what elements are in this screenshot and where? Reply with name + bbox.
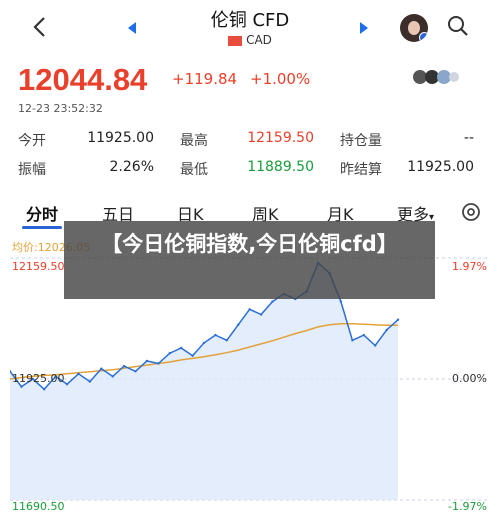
last-price: 12044.84 bbox=[18, 62, 148, 97]
y-axis-top-label: 12159.50 bbox=[12, 260, 65, 273]
stat-value-amplitude: 2.26% bbox=[109, 159, 154, 175]
stat-value-low: 11889.50 bbox=[247, 159, 314, 175]
stat-value-high: 12159.50 bbox=[247, 130, 314, 146]
price-point bbox=[339, 300, 343, 303]
y-axis-mid-label: 11925.00 bbox=[12, 372, 65, 385]
price-point bbox=[122, 364, 126, 368]
instrument-title: 伦铜 CFD bbox=[210, 10, 290, 31]
price-point bbox=[214, 333, 217, 337]
stat-label-prev-settle: 昨结算 bbox=[340, 162, 382, 178]
price-point bbox=[271, 300, 274, 303]
price-point bbox=[191, 354, 194, 357]
avatar[interactable] bbox=[400, 14, 428, 42]
price-change-percent: +1.00% bbox=[250, 70, 311, 88]
back-arrow-icon[interactable] bbox=[28, 12, 52, 42]
next-instrument-icon[interactable] bbox=[360, 22, 368, 34]
price-point bbox=[225, 339, 228, 342]
article-title-banner: 【今日伦铜指数,今日伦铜cfd】 bbox=[64, 221, 435, 299]
price-point bbox=[88, 380, 92, 383]
stat-value-open: 11925.00 bbox=[87, 130, 154, 146]
pct-axis-mid-label: 0.00% bbox=[452, 372, 487, 385]
currency-code: CAD bbox=[246, 33, 272, 47]
price-change: +119.84 bbox=[172, 70, 238, 88]
flag-icon bbox=[228, 35, 243, 46]
price-point bbox=[111, 375, 114, 378]
price-point bbox=[145, 359, 149, 363]
price-point bbox=[43, 388, 46, 391]
quote-timestamp: 12-23 23:52:32 bbox=[18, 102, 103, 115]
pct-axis-top-label: 1.97% bbox=[452, 260, 487, 273]
price-point bbox=[77, 372, 80, 375]
stat-label-amplitude: 振幅 bbox=[18, 162, 46, 178]
previous-instrument-icon[interactable] bbox=[128, 22, 136, 34]
price-point bbox=[351, 339, 354, 342]
price-point bbox=[100, 367, 103, 370]
price-point bbox=[374, 344, 377, 347]
search-icon[interactable] bbox=[446, 14, 470, 38]
price-point bbox=[134, 370, 137, 373]
stat-label-open: 今开 bbox=[18, 133, 46, 149]
price-point bbox=[248, 308, 251, 311]
stat-value-open-interest: -- bbox=[463, 130, 474, 146]
settings-icon[interactable] bbox=[460, 201, 482, 223]
price-point bbox=[362, 333, 365, 337]
price-point bbox=[385, 328, 388, 332]
price-point bbox=[259, 313, 263, 316]
user-avatars-icon[interactable] bbox=[412, 68, 460, 86]
stat-label-high: 最高 bbox=[180, 133, 208, 149]
price-point bbox=[202, 341, 206, 345]
price-point bbox=[157, 362, 160, 365]
y-axis-bottom-label: 11690.50 bbox=[12, 500, 65, 513]
stat-label-low: 最低 bbox=[180, 162, 208, 178]
active-tab-indicator bbox=[22, 226, 62, 229]
currency-label: CAD bbox=[150, 33, 350, 47]
tab-intraday[interactable]: 分时 bbox=[26, 201, 58, 225]
price-point bbox=[180, 346, 183, 350]
stat-label-open-interest: 持仓量 bbox=[340, 133, 382, 149]
price-point bbox=[168, 352, 171, 355]
price-point bbox=[20, 385, 23, 388]
stat-value-prev-settle: 11925.00 bbox=[407, 159, 474, 175]
pct-axis-bottom-label: -1.97% bbox=[448, 500, 487, 513]
price-point bbox=[65, 383, 69, 386]
price-point bbox=[396, 318, 400, 321]
price-point bbox=[237, 323, 240, 326]
